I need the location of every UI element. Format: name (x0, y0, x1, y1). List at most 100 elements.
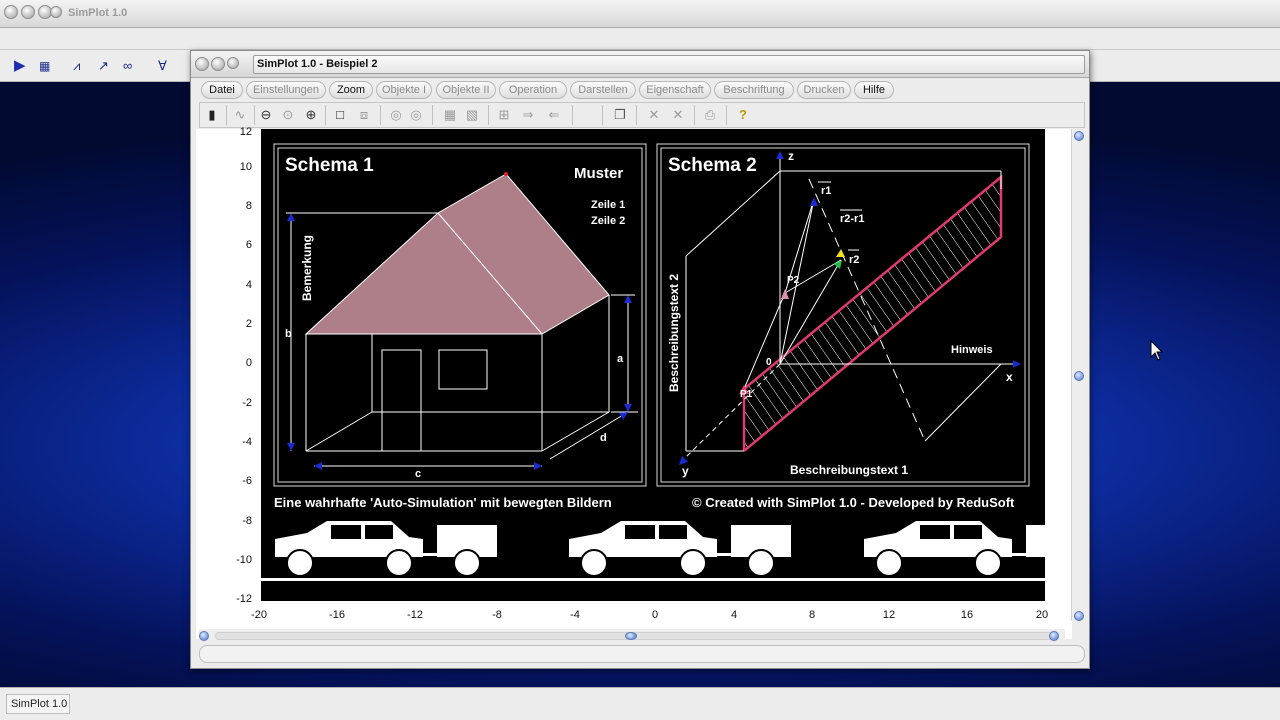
statusbar: SimPlot 1.0 (0, 687, 1280, 720)
delete-icon[interactable]: ✕ (646, 107, 662, 123)
horizontal-scroll-thumb[interactable] (625, 632, 637, 640)
calculator-icon[interactable]: ▮ (204, 107, 220, 123)
horizontal-scrollbar[interactable] (199, 629, 1065, 643)
y-tick-label: 6 (245, 239, 252, 251)
axis-y-label: y (682, 464, 689, 478)
menu-beschriftung[interactable]: Beschriftung (714, 81, 794, 99)
x-tick-label: 12 (882, 609, 896, 621)
grid-edit-icon[interactable]: ▧ (464, 107, 480, 123)
maximize-child-icon[interactable] (227, 57, 239, 69)
schema2-title: Schema 2 (668, 155, 757, 176)
scroll-left-icon[interactable] (199, 631, 209, 641)
frame-icon[interactable]: ⧈ (356, 107, 372, 123)
caption-left: Eine wahrhafte 'Auto-Simulation' mit bew… (274, 495, 612, 510)
zoom-out-icon[interactable]: ⊖ (258, 107, 274, 123)
target-icon[interactable]: ◎ (388, 107, 404, 123)
menu-darstellen[interactable]: Darstellen (570, 81, 636, 99)
app-titlebar: SimPlot 1.0 (0, 0, 1280, 28)
menu-drucken[interactable]: Drucken (797, 81, 851, 99)
curve-icon[interactable]: ∿ (232, 107, 248, 123)
caption-right: © Created with SimPlot 1.0 - Developed b… (692, 495, 1015, 510)
spectrum-icon[interactable]: ∞ (123, 58, 132, 74)
drawing-canvas[interactable]: Schema 1 Muster Zeile 1 Zeile 2 b c a d … (261, 129, 1045, 601)
x-tick-label: -16 (329, 609, 345, 621)
axis-x-label: x (1006, 370, 1013, 384)
filter-icon[interactable]: ∀ (158, 58, 167, 74)
bemerkung-label: Bemerkung (300, 235, 314, 301)
scroll-up-icon[interactable] (1074, 131, 1084, 141)
menu-zoom[interactable]: Zoom (329, 81, 373, 99)
child-titlebar[interactable]: SimPlot 1.0 - Beispiel 2 (191, 51, 1089, 78)
r2r1-arrow (836, 249, 845, 257)
table-icon[interactable]: ▦ (39, 58, 50, 74)
roof-peak-marker (504, 172, 508, 176)
point-p1-label: P1 (740, 389, 753, 400)
hinweis-label: Hinweis (951, 344, 993, 356)
p2-marker (781, 289, 789, 299)
copy-icon[interactable]: ❐ (612, 107, 628, 123)
menu-objekte-2[interactable]: Objekte II (436, 81, 496, 99)
vector-r2-label: r2 (849, 254, 859, 266)
x-tick-label: -8 (492, 609, 502, 621)
schema1-zeile2-label: Zeile 2 (591, 215, 625, 227)
menu-datei[interactable]: Datei (201, 81, 243, 99)
menu-objekte-1[interactable]: Objekte I (376, 81, 432, 99)
minimize-child-icon[interactable] (211, 57, 225, 71)
line-chart-icon[interactable]: ⩘ (73, 58, 80, 74)
dimension-c-label: c (415, 468, 421, 480)
toolbar-separator (226, 105, 227, 125)
schema1-muster-label: Muster (574, 165, 623, 182)
vertical-scrollbar[interactable] (1071, 129, 1087, 621)
x-tick-label: 0 (651, 609, 659, 621)
layers-icon[interactable]: ⊞ (496, 107, 512, 123)
menu-einstellungen[interactable]: Einstellungen (246, 81, 326, 99)
road-line (261, 578, 1045, 581)
close-window-icon[interactable] (4, 5, 18, 19)
grid-icon[interactable]: ▦ (442, 107, 458, 123)
scroll-right-icon[interactable] (1049, 631, 1059, 641)
menu-operation[interactable]: Operation (499, 81, 567, 99)
delete-all-icon[interactable]: ✕ (670, 107, 686, 123)
xy-chart-icon[interactable]: ↗ (98, 58, 109, 74)
hatched-band (744, 177, 1001, 451)
dimension-a-label: a (617, 353, 624, 365)
menubar: Datei Einstellungen Zoom Objekte I Objek… (199, 79, 1085, 101)
car-with-trailer (569, 521, 791, 577)
arrow-right-icon[interactable]: ⇒ (520, 107, 536, 123)
x-tick-label: -12 (407, 609, 423, 621)
toolbar-separator (254, 105, 255, 125)
menu-eigenschaft[interactable]: Eigenschaft (639, 81, 711, 99)
y-tick-label: 4 (245, 279, 252, 291)
point-p2-label: P2 (787, 275, 800, 286)
print-icon[interactable]: ⎙ (702, 107, 718, 123)
zoom-reset-icon[interactable]: ⊙ (280, 107, 296, 123)
zoom-in-icon[interactable]: ⊕ (303, 107, 319, 123)
scroll-down-icon[interactable] (1074, 611, 1084, 621)
vertical-scroll-thumb[interactable] (1074, 371, 1084, 381)
toolbar-separator (602, 105, 603, 125)
car-with-trailer (864, 521, 1045, 577)
window-menu-icon[interactable] (50, 6, 62, 18)
app-menu-strip (0, 28, 1280, 50)
minimize-window-icon[interactable] (21, 5, 35, 19)
schema1-title: Schema 1 (285, 155, 374, 176)
y-tick-label: -12 (236, 593, 252, 605)
arrow-left-icon[interactable]: ⇐ (546, 107, 562, 123)
y-tick-label: -6 (242, 475, 252, 487)
mouse-cursor-icon (1150, 340, 1164, 361)
target-alt-icon[interactable]: ◎ (408, 107, 424, 123)
y-tick-label: 8 (245, 200, 252, 212)
dimension-d-label: d (600, 432, 607, 444)
menu-hilfe[interactable]: Hilfe (854, 81, 894, 99)
close-child-icon[interactable] (195, 57, 209, 71)
y-tick-label: 10 (239, 161, 252, 173)
toolbar-separator (488, 105, 489, 125)
help-icon[interactable]: ? (735, 107, 751, 123)
axis-z-label: z (788, 149, 794, 163)
vector-r2r1-label: r2-r1 (840, 213, 864, 225)
rectangle-icon[interactable]: □ (332, 107, 348, 123)
toolbar-separator (380, 105, 381, 125)
command-field[interactable] (199, 645, 1085, 663)
play-icon[interactable]: ▶ (14, 58, 26, 74)
toolbar-separator (694, 105, 695, 125)
